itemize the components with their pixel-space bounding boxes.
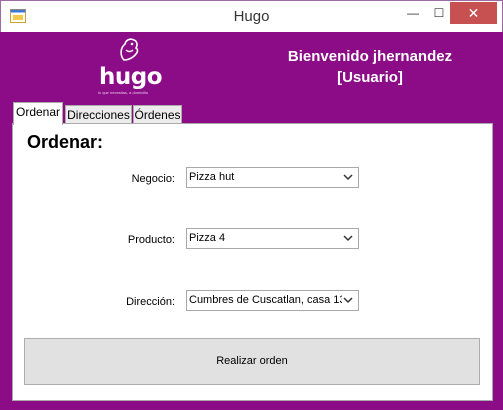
welcome-role: [Usuario] (337, 69, 403, 86)
welcome-user: Bienvenido jhernandez (287, 48, 453, 65)
logo-text: hugo (99, 64, 163, 90)
negocio-label: Negocio: (131, 173, 175, 185)
negocio-select[interactable]: Pizza hut (186, 167, 359, 188)
tab-ordenar[interactable]: Ordenar (13, 102, 63, 125)
chevron-down-icon (342, 293, 354, 307)
maximize-button[interactable]: ☐ (425, 2, 453, 24)
direccion-label: Dirección: (126, 296, 175, 308)
realizar-orden-button[interactable]: Realizar orden (24, 338, 480, 385)
page-title: Ordenar: (27, 132, 104, 152)
chevron-down-icon (343, 235, 353, 242)
hugo-logo: hugo lo que necesitas, a domicilio (96, 36, 166, 98)
order-panel: Ordenar: Negocio: Pizza hut Producto: Pi… (12, 123, 493, 401)
direccion-select[interactable]: Cumbres de Cuscatlan, casa 13, (186, 290, 359, 311)
minimize-button[interactable]: — (399, 2, 427, 24)
tab-ordenes[interactable]: Órdenes (133, 105, 182, 125)
logo-tagline: lo que necesitas, a domicilio (98, 90, 149, 95)
chevron-down-icon (343, 174, 353, 181)
producto-select[interactable]: Pizza 4 (186, 228, 359, 249)
window-frame: hugo lo que necesitas, a domicilio Bienv… (0, 32, 503, 410)
close-button[interactable]: ✕ (450, 2, 497, 24)
welcome-message: Bienvenido jhernandez [Usuario] (262, 46, 478, 88)
negocio-value: Pizza hut (189, 171, 235, 183)
bird-icon (120, 38, 139, 61)
title-bar[interactable]: Hugo — ☐ ✕ (0, 0, 503, 32)
direccion-value: Cumbres de Cuscatlan, casa 13, (189, 294, 349, 306)
producto-value: Pizza 4 (189, 232, 226, 244)
tab-direcciones[interactable]: Direcciones (65, 105, 132, 125)
producto-label: Producto: (127, 234, 175, 246)
